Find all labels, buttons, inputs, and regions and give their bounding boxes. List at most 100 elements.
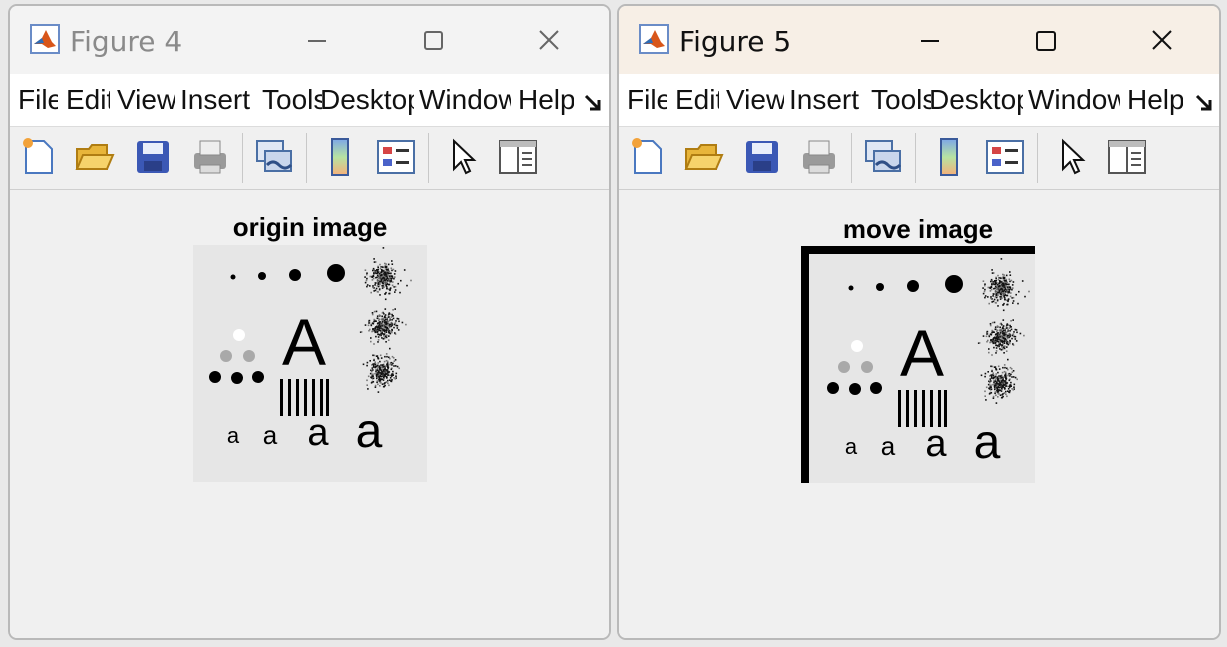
- insert-colorbar-button[interactable]: [318, 135, 362, 179]
- open-file-button[interactable]: [73, 135, 117, 179]
- dot-white: [233, 329, 245, 341]
- dot-black: [209, 371, 221, 383]
- test-pattern-image: A a a a a: [193, 245, 427, 482]
- maximize-button[interactable]: [1022, 18, 1068, 64]
- minimize-button[interactable]: [907, 18, 953, 64]
- dot-black: [827, 382, 839, 394]
- menu-bar: File Edit View Insert Tools Desktop Wind…: [619, 74, 1219, 127]
- minimize-button[interactable]: [294, 18, 340, 64]
- property-inspector-button[interactable]: [1105, 135, 1149, 179]
- image-display[interactable]: A a a a a: [193, 245, 427, 482]
- menu-overflow-icon[interactable]: [1193, 92, 1215, 114]
- legend-icon: [377, 140, 415, 174]
- figure-canvas[interactable]: move image A a a a a: [619, 190, 1219, 638]
- new-figure-button[interactable]: [627, 135, 671, 179]
- menu-overflow-icon[interactable]: [582, 92, 604, 114]
- menu-view[interactable]: View: [117, 82, 175, 118]
- window-title: Figure 4: [70, 25, 183, 58]
- small-letter: a: [881, 431, 896, 461]
- dot-gray: [861, 361, 873, 373]
- toolbar-separator: [851, 133, 852, 183]
- menu-window[interactable]: Window: [1028, 82, 1120, 118]
- link-plot-button[interactable]: [253, 135, 297, 179]
- open-file-icon: [684, 144, 724, 170]
- menu-file[interactable]: File: [627, 82, 667, 118]
- insert-legend-button[interactable]: [374, 135, 418, 179]
- menu-view[interactable]: View: [726, 82, 784, 118]
- save-button[interactable]: [740, 135, 784, 179]
- property-inspector-button[interactable]: [496, 135, 540, 179]
- maximize-icon: [1036, 31, 1056, 51]
- menu-desktop[interactable]: Desktop: [929, 82, 1023, 118]
- link-plot-icon: [865, 140, 902, 172]
- save-icon: [137, 141, 169, 173]
- shift-border-top: [801, 246, 1035, 254]
- menu-help[interactable]: Help: [1127, 82, 1183, 118]
- print-icon: [194, 140, 226, 174]
- link-plot-button[interactable]: [862, 135, 906, 179]
- close-icon: [539, 30, 559, 50]
- menu-help[interactable]: Help: [518, 82, 574, 118]
- dot-black: [231, 372, 243, 384]
- toolbar-separator: [1037, 133, 1038, 183]
- save-button[interactable]: [131, 135, 175, 179]
- edit-plot-button[interactable]: [1051, 135, 1095, 179]
- edit-plot-button[interactable]: [442, 135, 486, 179]
- dot-medium: [289, 269, 301, 281]
- menu-tools[interactable]: Tools: [871, 82, 931, 118]
- shifted-test-pattern-image: A a a a a: [801, 246, 1035, 483]
- close-button[interactable]: [526, 18, 572, 64]
- dot-tiny: [230, 274, 236, 280]
- small-letter: a: [227, 423, 240, 448]
- print-button[interactable]: [188, 135, 232, 179]
- menu-insert[interactable]: Insert: [789, 82, 867, 118]
- toolbar-separator: [428, 133, 429, 183]
- title-bar[interactable]: Figure 5: [619, 6, 1219, 74]
- title-bar[interactable]: Figure 4: [10, 6, 609, 74]
- dot-small: [258, 272, 266, 280]
- small-letter: a: [925, 423, 947, 465]
- menu-file[interactable]: File: [18, 82, 58, 118]
- figure-toolbar: [619, 127, 1219, 190]
- open-file-button[interactable]: [682, 135, 726, 179]
- minimize-icon: [308, 40, 326, 42]
- colorbar-icon: [331, 138, 349, 176]
- axes-title: origin image: [232, 212, 388, 242]
- dot-tiny: [848, 285, 854, 291]
- close-icon: [1152, 30, 1172, 50]
- insert-legend-button[interactable]: [983, 135, 1027, 179]
- print-button[interactable]: [797, 135, 841, 179]
- figure-canvas[interactable]: origin image A a a a a: [10, 190, 609, 638]
- property-inspector-icon: [499, 140, 537, 174]
- dot-small: [876, 283, 884, 291]
- figure-toolbar: [10, 127, 609, 190]
- new-figure-icon: [23, 138, 53, 174]
- menu-desktop[interactable]: Desktop: [320, 82, 414, 118]
- menu-edit[interactable]: Edit: [675, 82, 719, 118]
- image-display[interactable]: A a a a a: [801, 246, 1035, 483]
- new-figure-button[interactable]: [18, 135, 62, 179]
- dot-black: [870, 382, 882, 394]
- dot-large: [327, 264, 345, 282]
- dot-black: [849, 383, 861, 395]
- small-letter: a: [356, 405, 383, 458]
- link-plot-icon: [256, 140, 293, 172]
- dot-gray: [838, 361, 850, 373]
- matlab-logo-icon: [639, 24, 669, 54]
- toolbar-separator: [306, 133, 307, 183]
- menu-window[interactable]: Window: [419, 82, 511, 118]
- menu-insert[interactable]: Insert: [180, 82, 258, 118]
- maximize-button[interactable]: [410, 18, 456, 64]
- insert-colorbar-button[interactable]: [927, 135, 971, 179]
- matlab-logo-icon: [30, 24, 60, 54]
- legend-icon: [986, 140, 1024, 174]
- close-button[interactable]: [1139, 18, 1185, 64]
- small-letter: a: [307, 412, 329, 454]
- open-file-icon: [75, 144, 115, 170]
- minimize-icon: [921, 40, 939, 42]
- menu-tools[interactable]: Tools: [262, 82, 322, 118]
- maximize-icon: [424, 31, 443, 50]
- menu-bar: File Edit View Insert Tools Desktop Wind…: [10, 74, 609, 127]
- menu-edit[interactable]: Edit: [66, 82, 110, 118]
- dot-white: [851, 340, 863, 352]
